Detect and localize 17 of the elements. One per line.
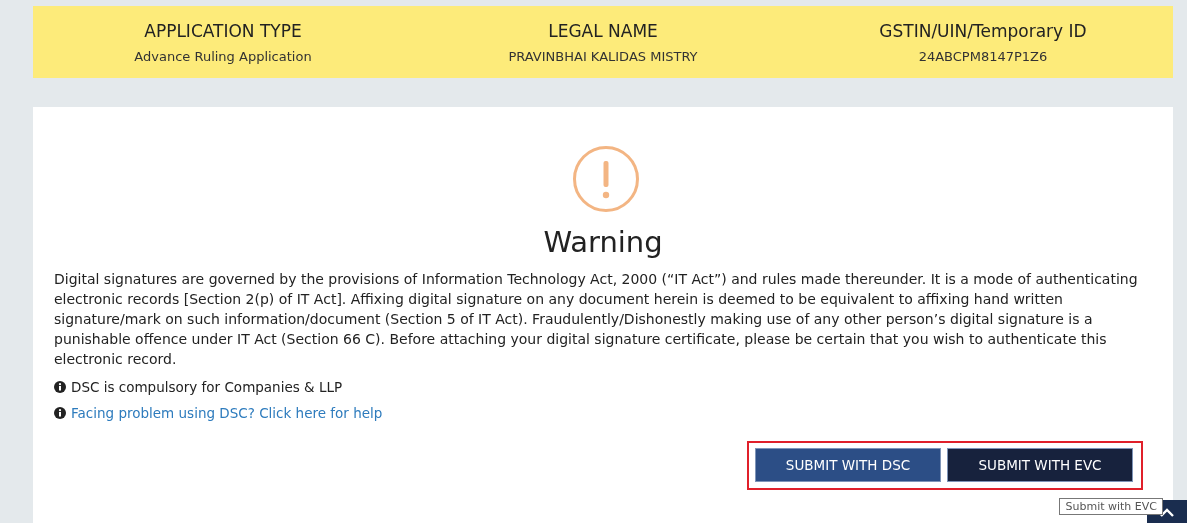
field-value: 24ABCPM8147P1Z6 xyxy=(918,48,1048,64)
warning-title: Warning xyxy=(542,225,664,259)
submit-button[interactable]: SUBMIT WITH EVC xyxy=(947,448,1133,482)
field-label: APPLICATION TYPE xyxy=(144,20,302,41)
disclaimer-text: Digital signatures are governed by the provisions of Information Technology Act, 2000 (“IT Act”) and rules made thereunder. It is a mode of authenticating electronic records [Section 2(p) of IT Act]. Affixing digital signature on any document herein is deemed to be equivalent to affixing hand written signature/mark on such information/document (Section 5 of IT Act). Fraudulently/Dishonestly making use of any other person’s digital signature is a punishable offence under IT Act (Section 66 C). Before attaching your digital signature certificate, please be certain that you wish to authenticate this electronic record. xyxy=(54,270,1139,369)
field-value: PRAVINBHAI KALIDAS MISTRY xyxy=(508,48,698,64)
field-label: GSTIN/UIN/Temporary ID xyxy=(879,20,1087,41)
warning-icon xyxy=(572,145,640,213)
info-icon xyxy=(54,381,66,393)
caret-icon xyxy=(1160,506,1174,517)
help-link[interactable]: Facing problem using DSC? Click here for help xyxy=(71,405,383,421)
field-value: Advance Ruling Application xyxy=(134,48,312,64)
info-icon xyxy=(54,407,66,419)
tooltip: Submit with EVC xyxy=(1059,498,1163,515)
submit-button[interactable]: SUBMIT WITH DSC xyxy=(755,448,941,482)
note-text: DSC is compulsory for Companies & LLP xyxy=(71,379,343,395)
field-label: LEGAL NAME xyxy=(548,20,658,41)
